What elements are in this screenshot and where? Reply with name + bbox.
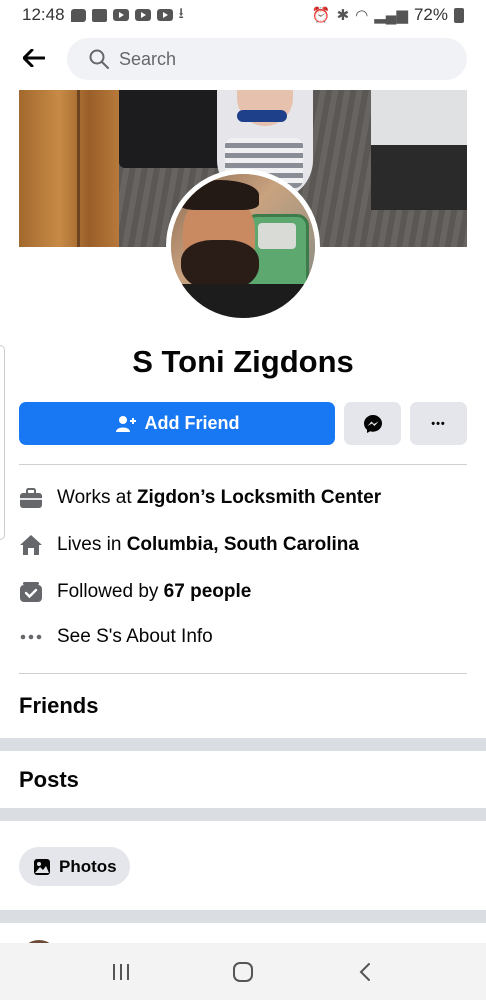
search-input[interactable] (119, 48, 419, 70)
recent-apps-icon (113, 963, 129, 980)
top-header (0, 30, 486, 88)
battery-icon (454, 7, 464, 23)
signal-icon: ▂▄▆ (374, 7, 408, 24)
section-separator (0, 738, 486, 751)
photos-button[interactable]: Photos (19, 847, 130, 886)
add-friend-button[interactable]: Add Friend (19, 402, 335, 445)
work-prefix: Works at (57, 487, 137, 508)
see-about-label: See S's About Info (57, 626, 213, 647)
download-icon: ⭳ (178, 4, 184, 22)
more-options-button[interactable]: ••• (410, 402, 467, 445)
section-separator (0, 808, 486, 821)
search-icon (89, 49, 109, 69)
alarm-icon: ⏰ (311, 7, 331, 24)
followers-icon (19, 580, 43, 604)
section-separator (0, 910, 486, 923)
profile-name: S Toni Zigdons (132, 344, 354, 379)
status-bar: 12:48 ⭳ ⏰ ✱ ◠ ▂▄▆ 72% (0, 0, 486, 30)
message-button[interactable] (344, 402, 401, 445)
battery-percent: 72% (413, 5, 448, 24)
profile-picture[interactable] (166, 169, 320, 323)
image-notification-icon (91, 8, 107, 22)
add-person-icon (115, 415, 136, 432)
photos-label: Photos (59, 856, 117, 876)
info-followers: Followed by 67 people (19, 576, 467, 608)
back-button[interactable] (18, 42, 50, 74)
lives-place-link[interactable]: Columbia, South Carolina (127, 534, 359, 556)
home-nav-icon (233, 961, 253, 982)
android-navigation-bar (0, 943, 486, 1000)
followers-count[interactable]: 67 people (164, 581, 252, 603)
photos-icon (34, 858, 50, 875)
messenger-icon (363, 414, 382, 433)
chat-notification-icon (70, 8, 86, 22)
add-friend-label: Add Friend (144, 413, 240, 433)
status-right: ⏰ ✱ ◠ ▂▄▆ 72% (312, 5, 464, 25)
back-nav-icon (359, 962, 370, 981)
more-icon: ••• (431, 417, 446, 430)
info-work: Works at Zigdon’s Locksmith Center (19, 482, 467, 514)
work-place-link[interactable]: Zigdon’s Locksmith Center (137, 487, 381, 509)
posts-section-title: Posts (19, 767, 79, 792)
home-nav-button[interactable] (218, 952, 268, 992)
status-time: 12:48 (22, 5, 65, 24)
divider (19, 464, 467, 465)
back-arrow-icon (23, 49, 45, 67)
info-lives: Lives in Columbia, South Carolina (19, 529, 467, 561)
home-icon (19, 533, 43, 557)
info-about[interactable]: See S's About Info (19, 621, 467, 653)
recent-apps-button[interactable] (96, 952, 146, 992)
friends-section-title[interactable]: Friends (19, 693, 98, 719)
wifi-icon: ◠ (355, 7, 369, 24)
briefcase-icon (19, 486, 43, 510)
bluetooth-icon: ✱ (336, 7, 350, 24)
back-nav-button[interactable] (340, 952, 390, 992)
lives-prefix: Lives in (57, 534, 127, 555)
search-bar[interactable] (67, 38, 467, 80)
youtube-notification-icon (134, 9, 151, 21)
youtube-notification-icon (156, 9, 173, 21)
youtube-notification-icon (112, 9, 129, 21)
ellipsis-icon (19, 625, 43, 649)
status-left: 12:48 ⭳ (22, 3, 184, 28)
divider (19, 673, 467, 674)
followed-prefix: Followed by (57, 581, 164, 602)
